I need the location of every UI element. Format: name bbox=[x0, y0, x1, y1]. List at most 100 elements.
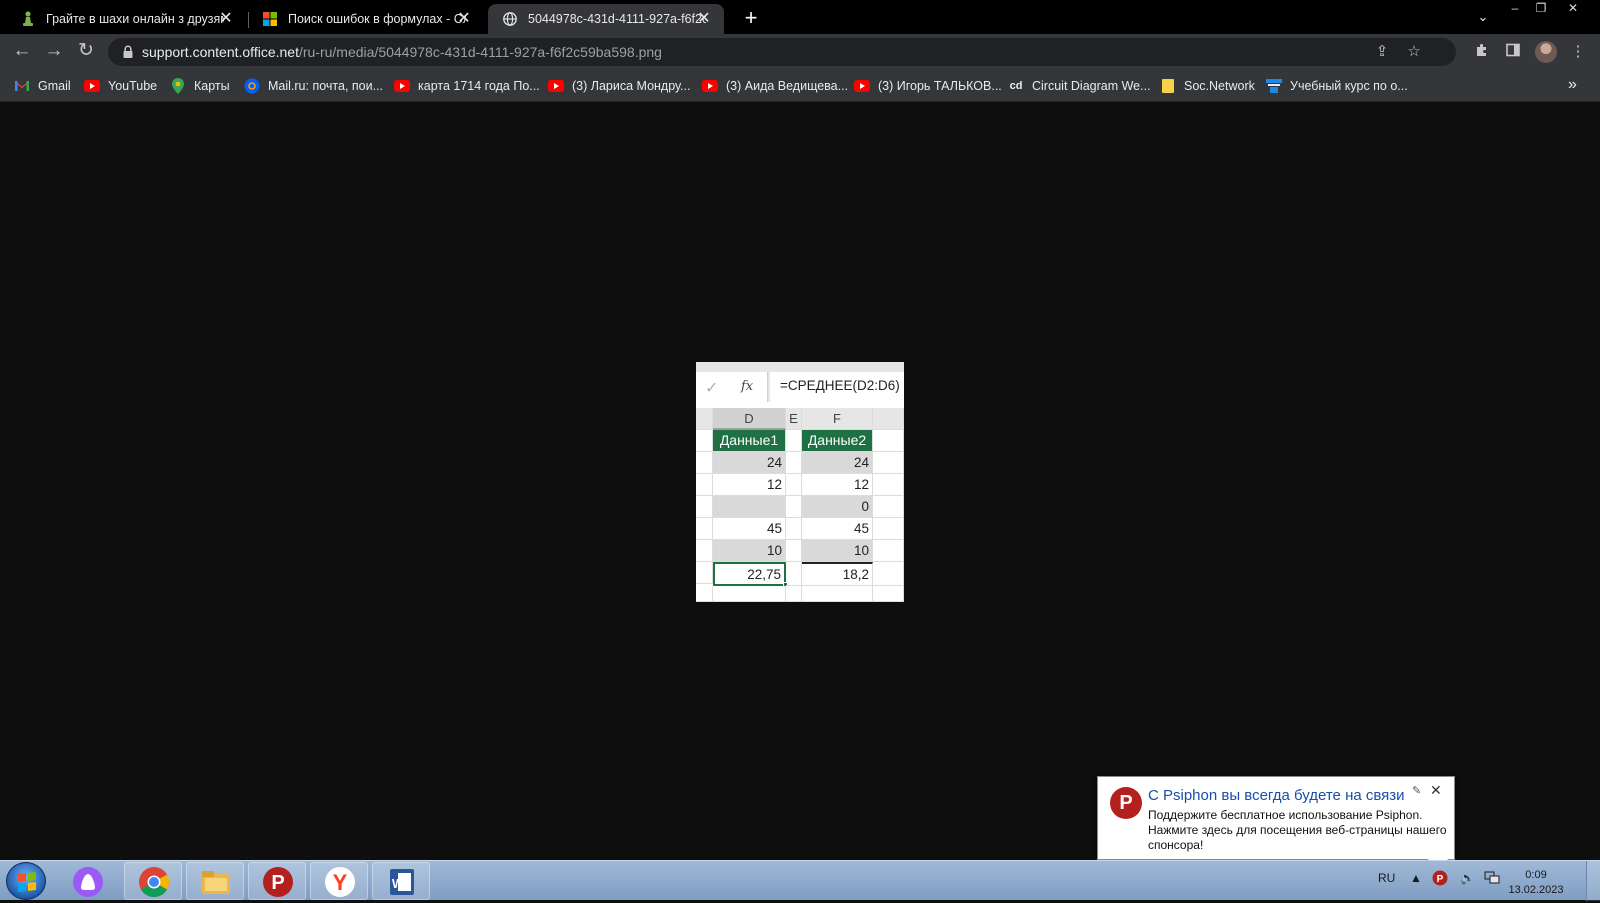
youtube-icon bbox=[702, 78, 718, 94]
taskbar-chrome[interactable] bbox=[124, 862, 182, 900]
bookmark-label: Mail.ru: почта, пои... bbox=[268, 79, 384, 93]
tab-title: 5044978c-431d-4111-927a-f6f2c bbox=[528, 12, 706, 26]
reload-icon[interactable]: ↻ bbox=[74, 40, 98, 64]
bookmark-soc-network[interactable]: Soc.Network bbox=[1160, 77, 1255, 95]
psiphon-icon: P bbox=[262, 866, 294, 898]
cell-e bbox=[786, 430, 802, 452]
tab-formula-errors[interactable]: Поиск ошибок в формулах - Сл ✕ bbox=[248, 4, 484, 34]
tab-search-icon[interactable]: ⌄ bbox=[1472, 6, 1494, 28]
cell-e bbox=[786, 474, 802, 496]
system-clock[interactable]: 0:09 13.02.2023 bbox=[1505, 868, 1567, 898]
check-icon: ✓ bbox=[705, 380, 719, 397]
menu-kebab-icon[interactable]: ⋮ bbox=[1568, 42, 1588, 62]
bookmark-label: карта 1714 года По... bbox=[418, 79, 540, 93]
cell-blank bbox=[873, 430, 904, 452]
data-cell-d bbox=[713, 496, 786, 518]
close-notification-icon[interactable]: ✕ bbox=[1430, 782, 1442, 799]
taskbar-yandex[interactable]: Y bbox=[310, 862, 368, 900]
close-tab-icon[interactable]: ✕ bbox=[454, 9, 474, 29]
cell-e bbox=[786, 518, 802, 540]
data-cell-f: 24 bbox=[802, 452, 873, 474]
address-bar[interactable]: support.content.office.net/ru-ru/media/5… bbox=[108, 38, 1456, 66]
bookmark-mailru[interactable]: Mail.ru: почта, пои... bbox=[244, 77, 383, 95]
cell-e bbox=[786, 586, 802, 602]
column-header-e: E bbox=[786, 408, 802, 430]
tab-image[interactable]: 5044978c-431d-4111-927a-f6f2c ✕ bbox=[488, 4, 724, 34]
bookmark-map-1714[interactable]: карта 1714 года По... bbox=[394, 77, 540, 95]
bookmark-youtube[interactable]: YouTube bbox=[84, 77, 157, 95]
formula-bar: ✓ fx =СРЕДНЕЕ(D2:D6) bbox=[696, 362, 904, 402]
data-cell-f: 0 bbox=[802, 496, 873, 518]
bookmark-gmail[interactable]: Gmail bbox=[14, 77, 71, 95]
youtube-icon bbox=[84, 78, 100, 94]
bookmark-course[interactable]: Учебный курс по о... bbox=[1266, 77, 1408, 95]
close-window-icon[interactable]: ✕ bbox=[1560, 0, 1586, 18]
row-header bbox=[696, 540, 713, 562]
taskbar-word[interactable]: W bbox=[372, 862, 430, 900]
row-header bbox=[696, 474, 713, 496]
tab-chess[interactable]: Грайте в шахи онлайн з друзями ✕ bbox=[6, 4, 246, 34]
psiphon-notification[interactable]: P С Psiphon вы всегда будете на связи По… bbox=[1097, 776, 1455, 871]
minimize-icon[interactable]: – bbox=[1502, 0, 1528, 18]
average-result-cell-d: 22,75 bbox=[713, 562, 786, 586]
psiphon-tray-icon[interactable]: P bbox=[1432, 870, 1448, 889]
pin-icon[interactable]: ✎ bbox=[1412, 784, 1421, 797]
word-icon: W bbox=[386, 866, 418, 898]
cell-d bbox=[713, 586, 786, 602]
url-path: /ru-ru/media/5044978c-431d-4111-927a-f6f… bbox=[298, 44, 662, 60]
alice-icon bbox=[72, 866, 104, 898]
fx-icon: fx bbox=[741, 379, 754, 394]
tab-title: Поиск ошибок в формулах - Сл bbox=[288, 12, 466, 26]
row-header bbox=[696, 452, 713, 474]
row-header bbox=[696, 586, 713, 602]
bookmark-label: Soc.Network bbox=[1184, 79, 1255, 93]
side-panel-icon[interactable] bbox=[1503, 42, 1523, 62]
yandex-browser-icon: Y bbox=[324, 866, 356, 898]
extensions-icon[interactable] bbox=[1472, 42, 1492, 62]
close-tab-icon[interactable]: ✕ bbox=[694, 9, 714, 29]
chess-pawn-icon bbox=[20, 11, 36, 27]
forward-icon[interactable]: → bbox=[42, 40, 66, 64]
notification-title[interactable]: С Psiphon вы всегда будете на связи bbox=[1148, 787, 1405, 804]
data-cell-d: 12 bbox=[713, 474, 786, 496]
bookmark-star-icon[interactable]: ☆ bbox=[1406, 44, 1422, 60]
back-icon[interactable]: ← bbox=[10, 40, 34, 64]
volume-icon[interactable]: 🔈 bbox=[1460, 871, 1475, 885]
show-hidden-icons[interactable]: ▲ bbox=[1410, 871, 1422, 885]
network-icon[interactable] bbox=[1484, 871, 1500, 888]
cell-f bbox=[802, 586, 873, 602]
bookmark-label: (3) Игорь ТАЛЬКОВ... bbox=[878, 79, 1002, 93]
bookmark-label: Учебный курс по о... bbox=[1290, 79, 1408, 93]
bookmark-circuit-diagram[interactable]: cd Circuit Diagram We... bbox=[1008, 77, 1151, 95]
new-tab-button[interactable]: + bbox=[738, 6, 764, 32]
taskbar-explorer[interactable] bbox=[186, 862, 244, 900]
column-header-f: F bbox=[802, 408, 873, 430]
start-button[interactable] bbox=[6, 862, 46, 900]
more-bookmarks-icon[interactable]: » bbox=[1568, 76, 1577, 94]
share-icon[interactable]: ⇪ bbox=[1374, 44, 1390, 60]
bookmark-igor[interactable]: (3) Игорь ТАЛЬКОВ... bbox=[854, 77, 1002, 95]
excel-screenshot-image[interactable]: ✓ fx =СРЕДНЕЕ(D2:D6) D E F Данные1 Данны… bbox=[696, 362, 904, 602]
cell-e bbox=[786, 562, 802, 586]
language-indicator[interactable]: RU bbox=[1378, 871, 1395, 885]
url-text: support.content.office.net/ru-ru/media/5… bbox=[142, 44, 662, 60]
row-header bbox=[696, 518, 713, 540]
svg-text:W: W bbox=[392, 876, 405, 891]
show-desktop-button[interactable] bbox=[1586, 861, 1600, 901]
close-tab-icon[interactable]: ✕ bbox=[216, 9, 236, 29]
restore-icon[interactable]: ❐ bbox=[1528, 0, 1554, 18]
bookmark-maps[interactable]: Карты bbox=[170, 77, 230, 95]
tab-title: Грайте в шахи онлайн з друзями bbox=[46, 12, 224, 26]
cell-e bbox=[786, 452, 802, 474]
row-header bbox=[696, 430, 713, 452]
bookmark-aida[interactable]: (3) Аида Ведищева... bbox=[702, 77, 848, 95]
psiphon-logo-icon: P bbox=[1110, 787, 1142, 819]
globe-icon bbox=[502, 11, 518, 27]
profile-avatar[interactable] bbox=[1535, 41, 1557, 63]
notification-body[interactable]: Поддержите бесплатное использование Psip… bbox=[1148, 808, 1450, 853]
lock-icon[interactable] bbox=[120, 44, 136, 60]
bookmark-larisa[interactable]: (3) Лариса Мондру... bbox=[548, 77, 690, 95]
cell-e bbox=[786, 496, 802, 518]
taskbar-psiphon[interactable]: P bbox=[248, 862, 306, 900]
taskbar-alice[interactable] bbox=[58, 862, 116, 900]
